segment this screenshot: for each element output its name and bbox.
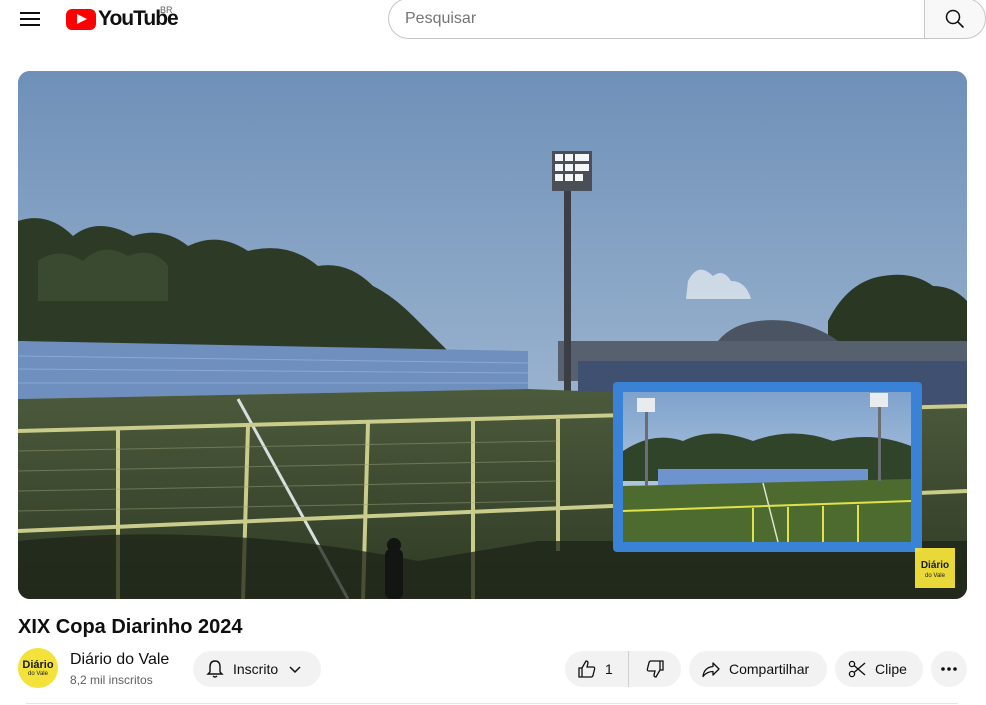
video-title: XIX Copa Diarinho 2024: [18, 616, 243, 638]
subscribed-button[interactable]: Inscrito: [193, 651, 321, 687]
avatar-text-1: Diário: [22, 658, 54, 671]
thumbs-down-icon: [646, 660, 664, 678]
subscriber-count: 8,2 mil inscritos: [70, 673, 153, 687]
country-code: BR: [160, 5, 173, 15]
thumbs-up-icon: [578, 660, 596, 678]
search-box: [388, 0, 986, 39]
subscribed-label: Inscrito: [233, 661, 279, 677]
divider: [26, 703, 958, 704]
channel-name[interactable]: Diário do Vale: [70, 651, 169, 669]
more-actions-button[interactable]: [931, 651, 967, 687]
clip-label: Clipe: [875, 661, 907, 677]
clip-button[interactable]: Clipe: [835, 651, 923, 687]
like-button[interactable]: 1: [565, 651, 629, 687]
avatar-text-2: do Vale: [28, 670, 48, 677]
youtube-play-icon: [66, 8, 96, 30]
video-player[interactable]: Diário do Vale: [18, 71, 967, 599]
menu-icon[interactable]: [18, 8, 42, 30]
search-icon: [945, 9, 965, 28]
watermark-text-1: Diário: [921, 560, 949, 571]
like-count: 1: [605, 661, 613, 677]
channel-avatar[interactable]: Diário do Vale: [18, 648, 58, 688]
chevron-down-icon: [289, 666, 301, 674]
share-icon: [702, 662, 720, 678]
share-button[interactable]: Compartilhar: [689, 651, 827, 687]
top-bar: YouTube BR: [0, 0, 986, 40]
search-button[interactable]: [924, 0, 986, 39]
search-input[interactable]: [388, 0, 925, 39]
scissors-icon: [848, 660, 866, 678]
share-label: Compartilhar: [729, 661, 810, 677]
video-frame: Diário do Vale: [18, 71, 967, 599]
watermark-text-2: do Vale: [925, 573, 946, 579]
more-horizontal-icon: [941, 667, 957, 671]
dislike-button[interactable]: [629, 651, 681, 687]
bell-icon: [206, 660, 224, 678]
like-dislike-group: 1: [565, 651, 681, 687]
